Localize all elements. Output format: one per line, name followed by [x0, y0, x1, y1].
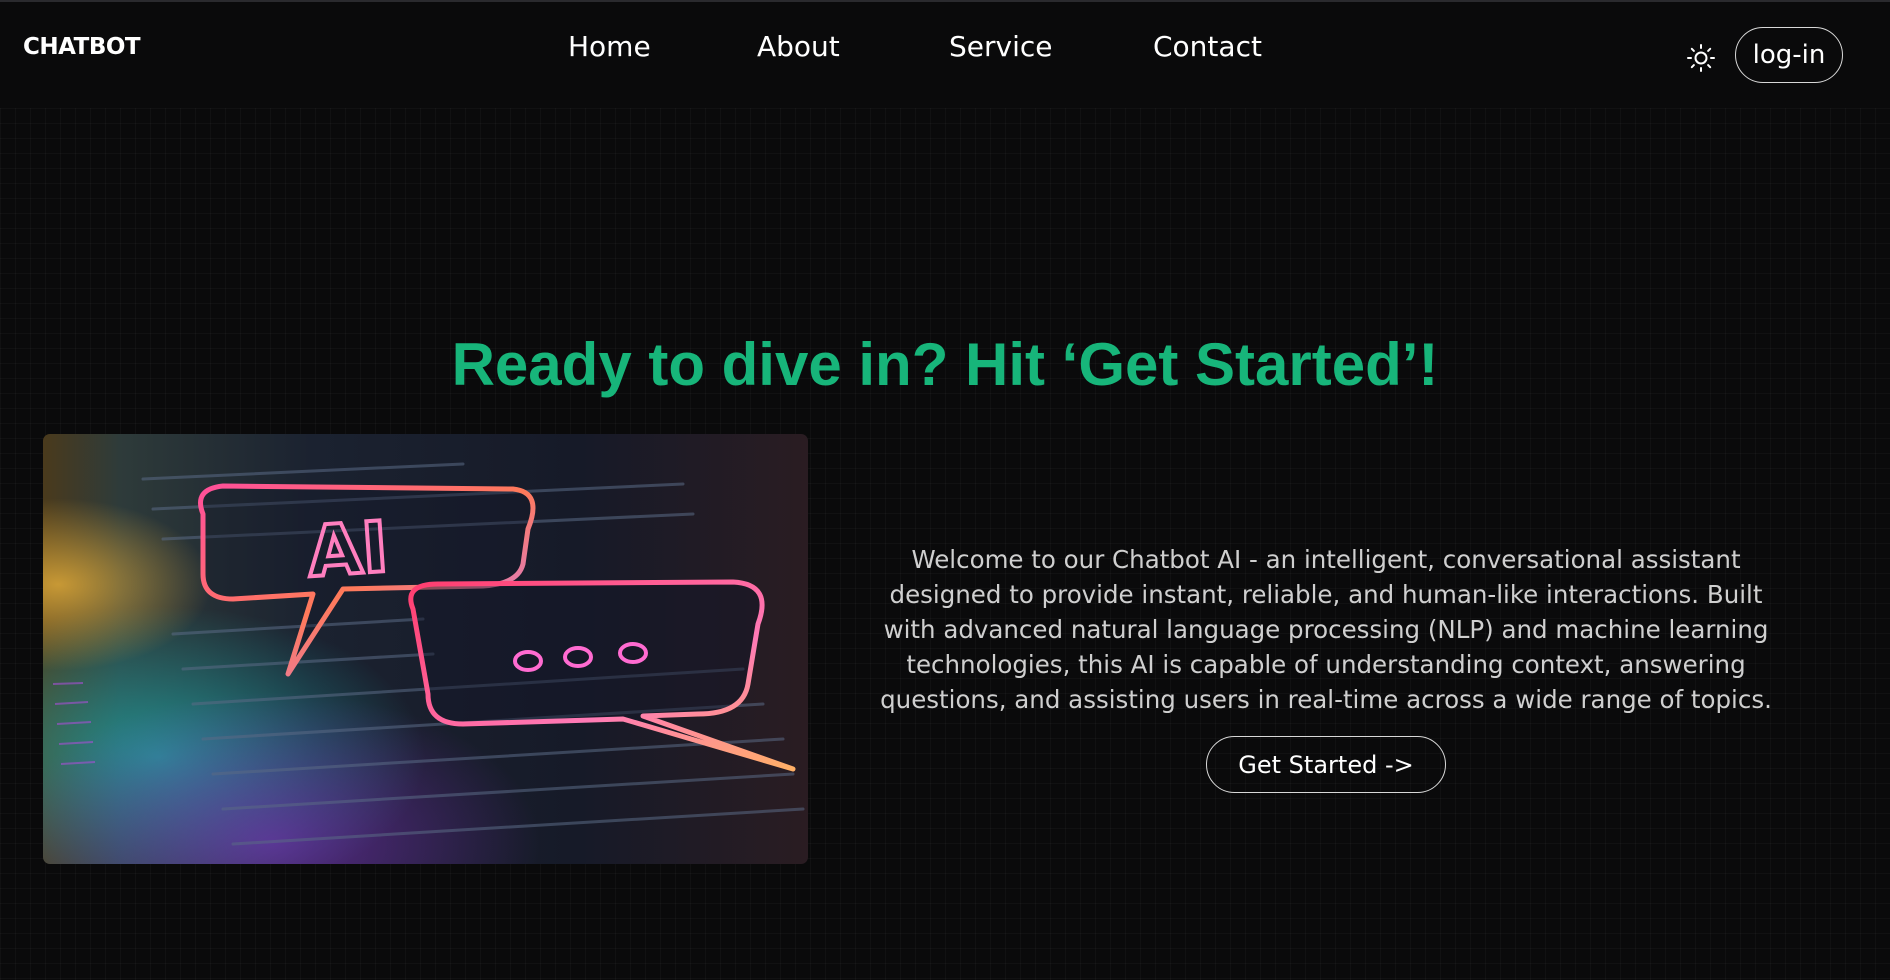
- get-started-button[interactable]: Get Started ->: [1206, 736, 1446, 793]
- nav-link-about[interactable]: About: [757, 30, 840, 63]
- ai-text: AI: [305, 506, 391, 593]
- sun-icon: [1687, 44, 1715, 72]
- navbar: CHATBOT Home About Service Contact log-i…: [0, 2, 1890, 108]
- hero-image: AI: [43, 434, 808, 864]
- nav-link-home[interactable]: Home: [568, 30, 651, 63]
- nav-link-service[interactable]: Service: [949, 30, 1052, 63]
- nav-links: Home About Service Contact: [0, 30, 1890, 70]
- login-button[interactable]: log-in: [1735, 27, 1843, 83]
- nav-link-contact[interactable]: Contact: [1153, 30, 1262, 63]
- chatbot-ai-illustration: AI: [43, 434, 808, 864]
- theme-toggle-button[interactable]: [1685, 42, 1717, 74]
- hero-description: Welcome to our Chatbot AI - an intellige…: [880, 545, 1772, 714]
- hero-title: Ready to dive in? Hit ‘Get Started’!: [451, 331, 1439, 398]
